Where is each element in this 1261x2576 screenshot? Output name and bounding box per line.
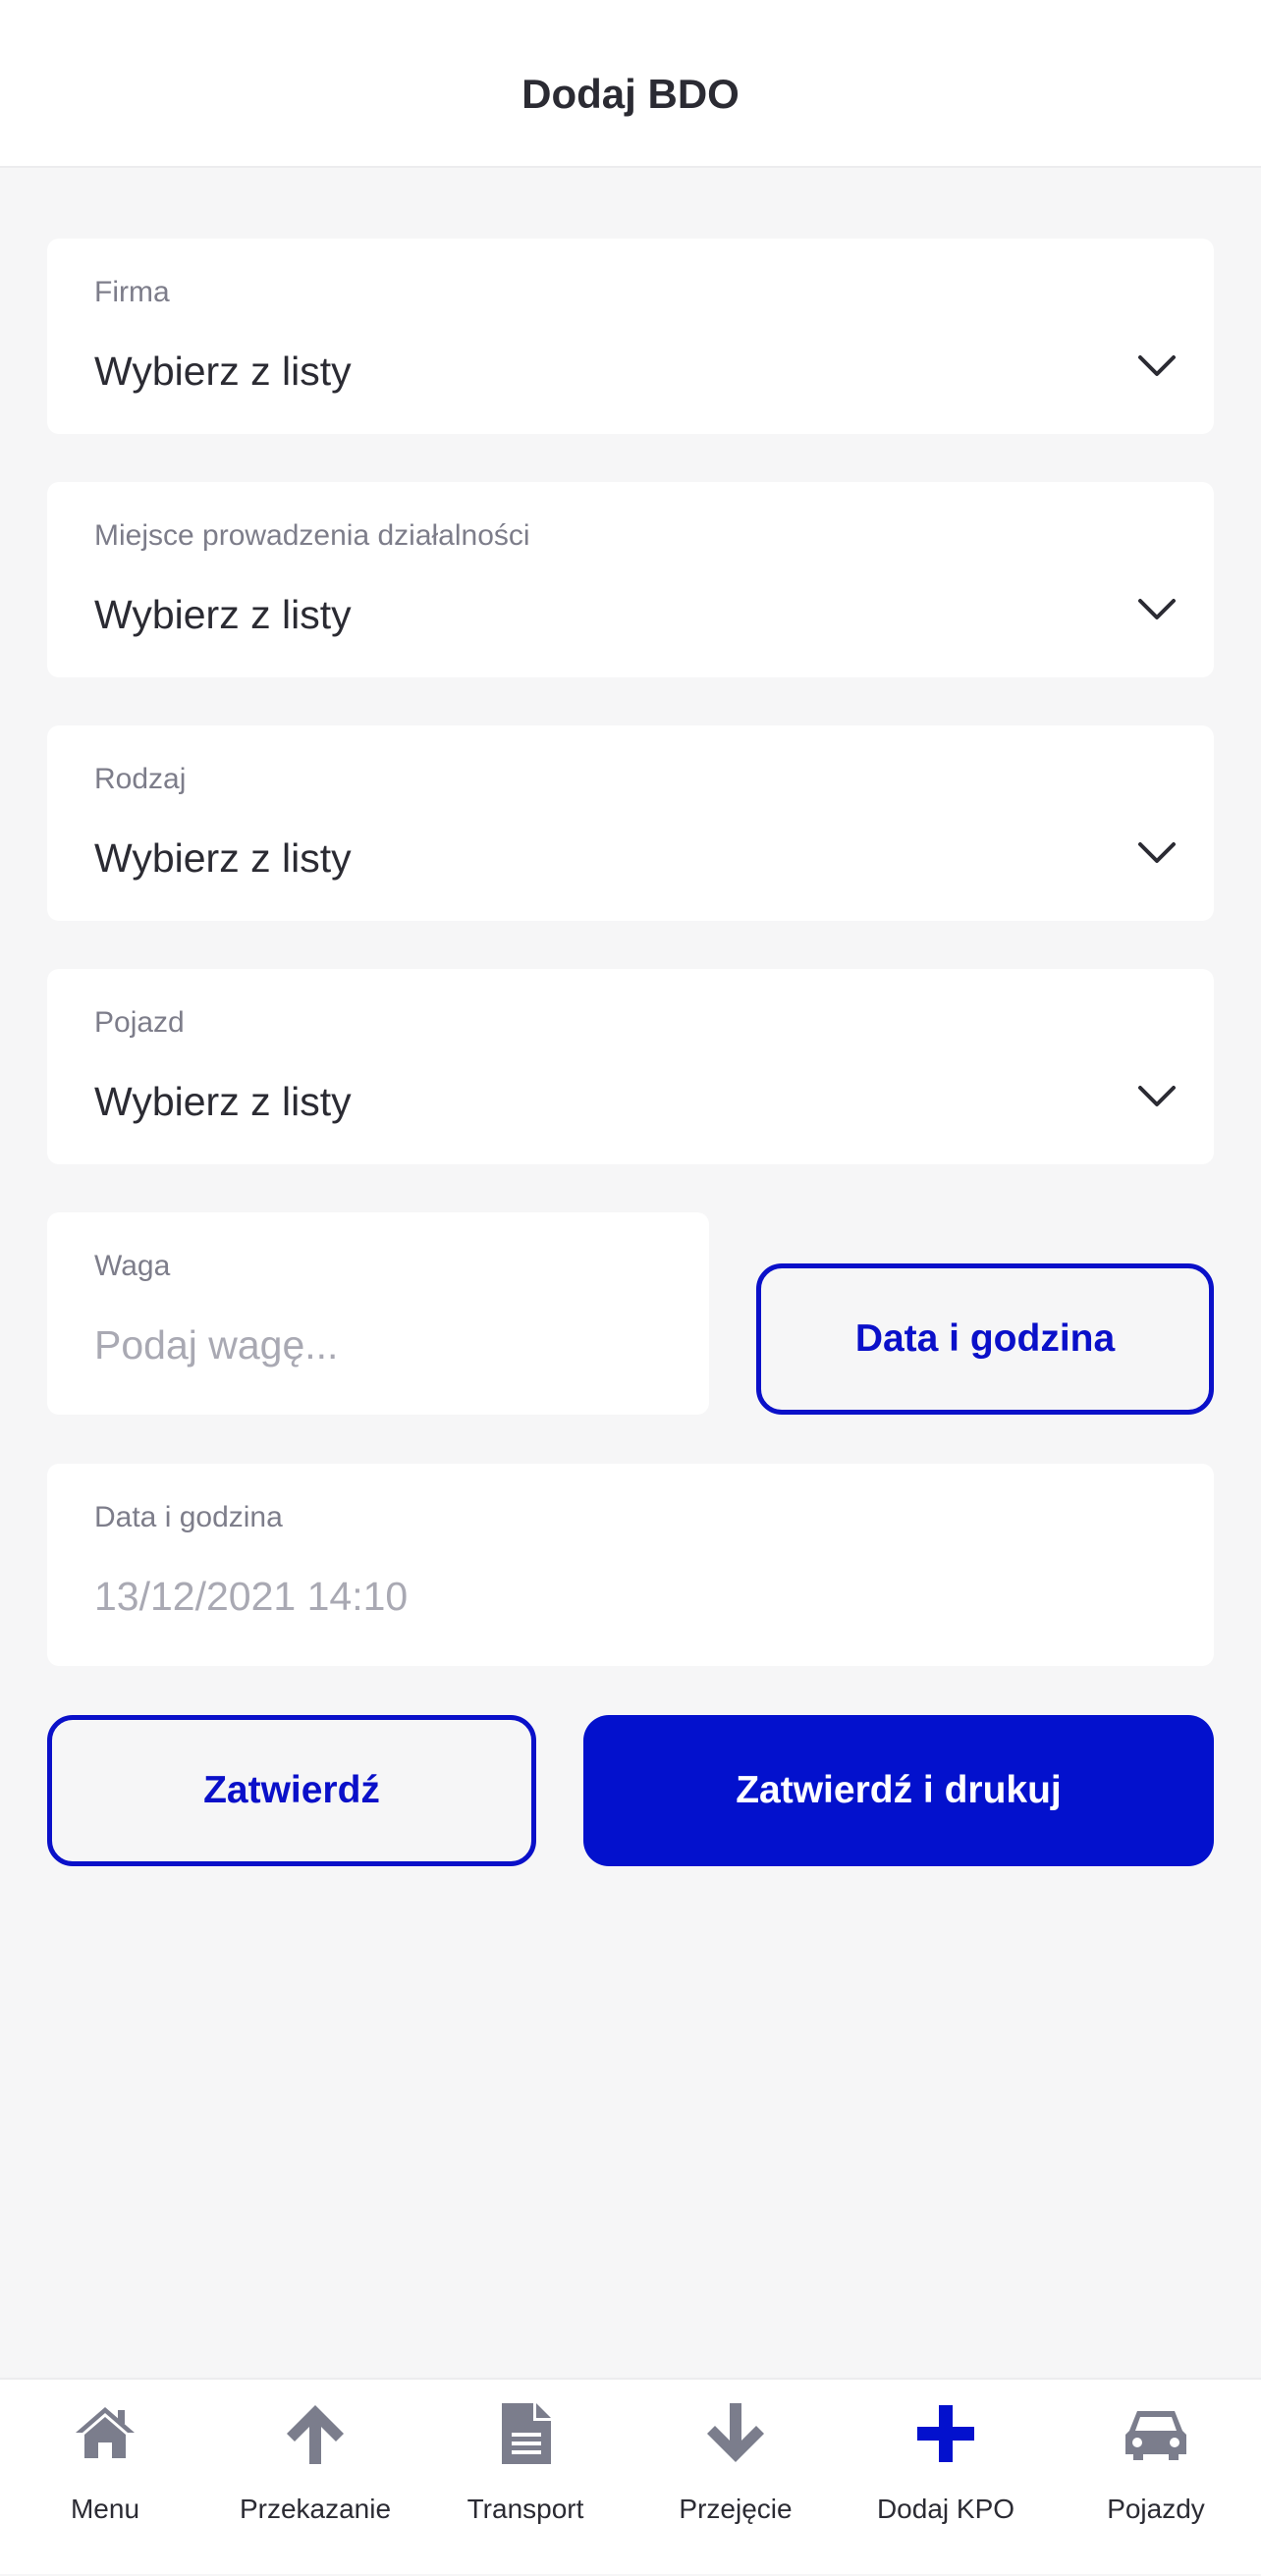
tab-dodaj-kpo-label: Dodaj KPO [876,2494,1015,2524]
tab-przekazanie[interactable]: Przekazanie [210,2380,420,2576]
firma-select[interactable]: Firma Wybierz z listy [47,239,1214,434]
miejsce-select[interactable]: Miejsce prowadzenia działalności Wybierz… [47,482,1214,677]
confirm-print-button[interactable]: Zatwierdź i drukuj [583,1715,1214,1866]
document-icon [502,2403,551,2464]
waga-input[interactable]: Podaj wagę... [94,1322,338,1368]
arrow-up-icon [287,2405,344,2464]
tab-pojazdy[interactable]: Pojazdy [1051,2380,1261,2576]
tab-transport-label: Transport [466,2494,584,2524]
tab-menu[interactable]: Menu [0,2380,210,2576]
page-title: Dodaj BDO [521,71,740,117]
chevron-down-icon [1138,1086,1176,1106]
rodzaj-select[interactable]: Rodzaj Wybierz z listy [47,725,1214,921]
waga-label: Waga [94,1250,171,1282]
confirm-button-label: Zatwierdź [203,1769,380,1811]
datetime-field: Data i godzina 13/12/2021 14:10 [47,1464,1214,1666]
rodzaj-label: Rodzaj [94,763,187,795]
miejsce-label: Miejsce prowadzenia działalności [94,519,530,552]
firma-value: Wybierz z listy [94,349,352,394]
rodzaj-value: Wybierz z listy [94,835,352,881]
miejsce-value: Wybierz z listy [94,592,352,637]
tab-przejecie[interactable]: Przejęcie [630,2380,841,2576]
confirm-print-button-label: Zatwierdź i drukuj [736,1769,1062,1811]
date-time-button[interactable]: Data i godzina [756,1263,1214,1415]
tab-pojazdy-label: Pojazdy [1107,2494,1205,2524]
pojazd-label: Pojazd [94,1006,185,1039]
datetime-value: 13/12/2021 14:10 [94,1574,409,1619]
date-time-button-label: Data i godzina [854,1317,1116,1360]
tab-dodaj-kpo[interactable]: Dodaj KPO [841,2380,1051,2576]
tab-przekazanie-label: Przekazanie [239,2494,392,2524]
car-icon [1125,2411,1186,2460]
tab-menu-label: Menu [70,2494,140,2524]
tab-przejecie-label: Przejęcie [679,2494,793,2524]
pojazd-value: Wybierz z listy [94,1079,352,1124]
chevron-down-icon [1138,355,1176,376]
pojazd-select[interactable]: Pojazd Wybierz z listy [47,969,1214,1164]
bottom-tab-bar: Menu Przekazanie Transport Przejęcie Dod… [0,2378,1261,2574]
plus-icon [917,2405,974,2462]
home-icon [76,2407,135,2458]
datetime-label: Data i godzina [94,1501,283,1533]
firma-label: Firma [94,276,170,308]
chevron-down-icon [1138,599,1176,619]
waga-field[interactable]: Waga Podaj wagę... [47,1212,709,1415]
tab-transport[interactable]: Transport [420,2380,630,2576]
confirm-button[interactable]: Zatwierdź [47,1715,536,1866]
header-bar: Dodaj BDO [0,0,1261,168]
arrow-down-icon [707,2403,764,2462]
chevron-down-icon [1138,842,1176,863]
